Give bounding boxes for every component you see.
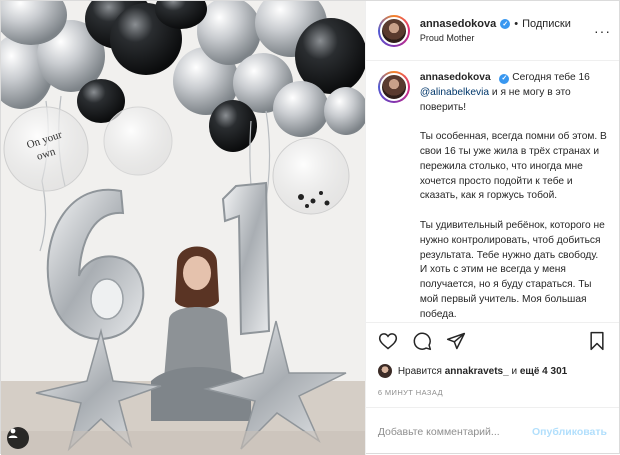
avatar[interactable] [377, 364, 392, 378]
heart-icon [378, 332, 397, 349]
caption-line-1: Сегодня тебе 16 [512, 72, 590, 83]
more-options-icon[interactable]: ··· [588, 23, 611, 39]
caption: annasedokova ✓ Сегодня тебе 16 @alinabel… [377, 71, 607, 322]
verified-badge-icon: ✓ [500, 19, 511, 29]
post-side-panel: annasedokova ✓ • Подписки Proud Mother ·… [364, 1, 619, 455]
likes-user-link[interactable]: annakravets_ [445, 366, 509, 377]
likes-summary: Нравится annakravets_ и ещё 4 301 [366, 358, 619, 382]
comment-button[interactable] [410, 329, 434, 353]
caption-paragraph-3: Ты удивительный ребёнок, которого не нуж… [419, 219, 605, 320]
avatar[interactable] [377, 14, 410, 47]
post-header: annasedokova ✓ • Подписки Proud Mother ·… [365, 1, 619, 61]
share-button[interactable] [444, 329, 468, 353]
user-icon [8, 428, 18, 438]
instagram-post: On your own annasedokova ✓ • Подписки Pr… [0, 0, 620, 455]
likes-count-link[interactable]: ещё 4 301 [520, 366, 567, 377]
tagged-users-button[interactable] [7, 427, 29, 449]
add-comment-bar: Добавьте комментарий... Опубликовать [365, 407, 619, 455]
comments-area: annasedokova ✓ Сегодня тебе 16 @alinabel… [366, 61, 619, 322]
save-button[interactable] [585, 329, 609, 353]
verified-badge-icon: ✓ [499, 74, 510, 85]
bookmark-icon [590, 331, 604, 350]
header-username[interactable]: annasedokova [420, 18, 496, 30]
publish-button[interactable]: Опубликовать [532, 426, 607, 438]
header-subtitle: Proud Mother [419, 33, 475, 43]
post-actions [365, 322, 619, 358]
post-photo[interactable]: On your own [1, 1, 365, 455]
likes-prefix: Нравится [397, 365, 442, 377]
caption-username[interactable]: annasedokova [420, 72, 491, 83]
likes-middle: и [511, 365, 518, 377]
post-timestamp[interactable]: 6 МИНУТ НАЗАД [366, 382, 619, 407]
caption-avatar[interactable] [377, 71, 410, 103]
comment-icon [413, 332, 431, 350]
share-icon [446, 332, 465, 349]
comment-input[interactable]: Добавьте комментарий... [378, 426, 532, 438]
like-button[interactable] [376, 329, 400, 353]
caption-mention[interactable]: @alinabelkevia [420, 87, 489, 98]
following-button[interactable]: Подписки [522, 18, 571, 30]
photo-illustration: On your own [1, 1, 365, 455]
separator-dot: • [514, 18, 519, 30]
caption-paragraph-2: Ты особенная, всегда помни об этом. В св… [419, 131, 607, 202]
